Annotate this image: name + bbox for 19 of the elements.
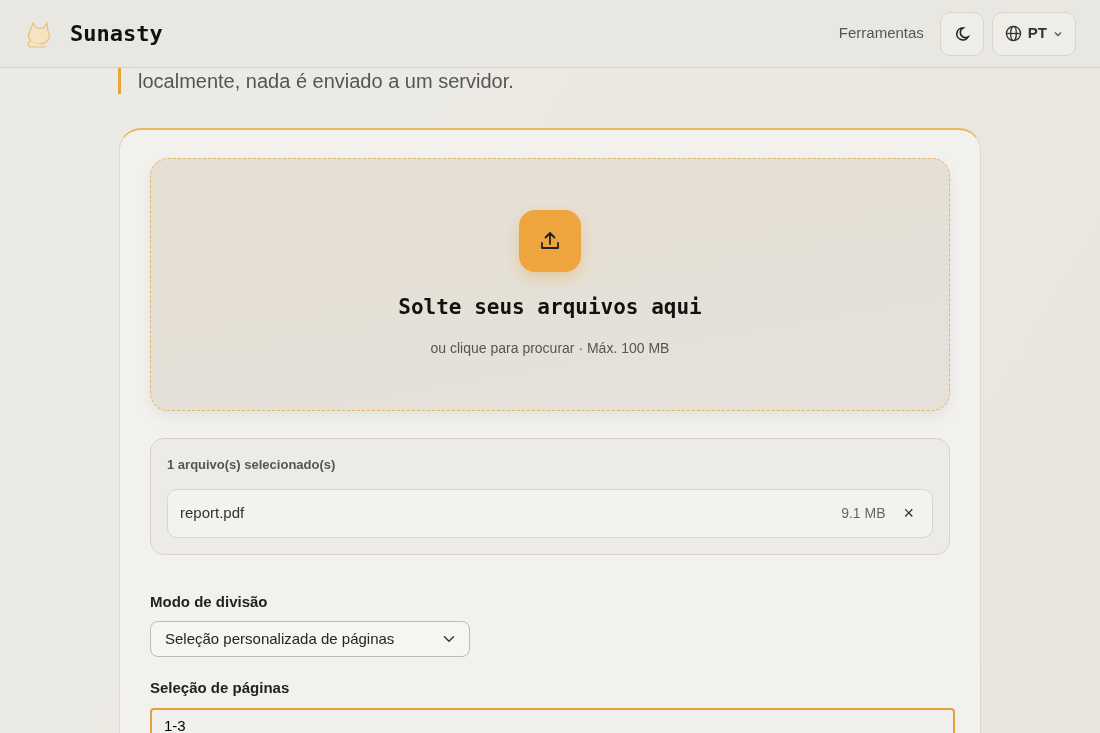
file-drop-zone[interactable]: Solte seus arquivos aqui ou clique para procurar · Máx. 100 MB [150,158,950,411]
field-label: Modo de divisão [150,591,269,612]
brand-name: Sunasty [70,20,163,48]
globe-icon [1004,25,1022,42]
split-mode-select[interactable]: Seleção personalizada de páginas [150,621,470,657]
theme-toggle-button[interactable] [939,11,984,56]
page-selection-input[interactable]: 1-3 [150,707,955,733]
selected-files-heading: 1 arquivo(s) selecionado(s) [167,456,337,474]
file-name: report.pdf [180,502,245,523]
remove-file-button[interactable]: × [897,499,920,527]
intro-text: localmente, nada é enviado a um servidor. [118,68,1100,94]
file-size: 9.1 MB [841,503,886,523]
moon-icon [953,25,970,42]
tools-link[interactable]: Ferramentas [838,22,924,45]
drop-zone-hint: ou clique para procurar · Máx. 100 MB [430,338,670,358]
drop-zone-title: Solte seus arquivos aqui [398,294,702,322]
field-label: Seleção de páginas [150,678,291,698]
upload-icon [519,210,581,273]
language-select-button[interactable]: PT [991,11,1076,56]
